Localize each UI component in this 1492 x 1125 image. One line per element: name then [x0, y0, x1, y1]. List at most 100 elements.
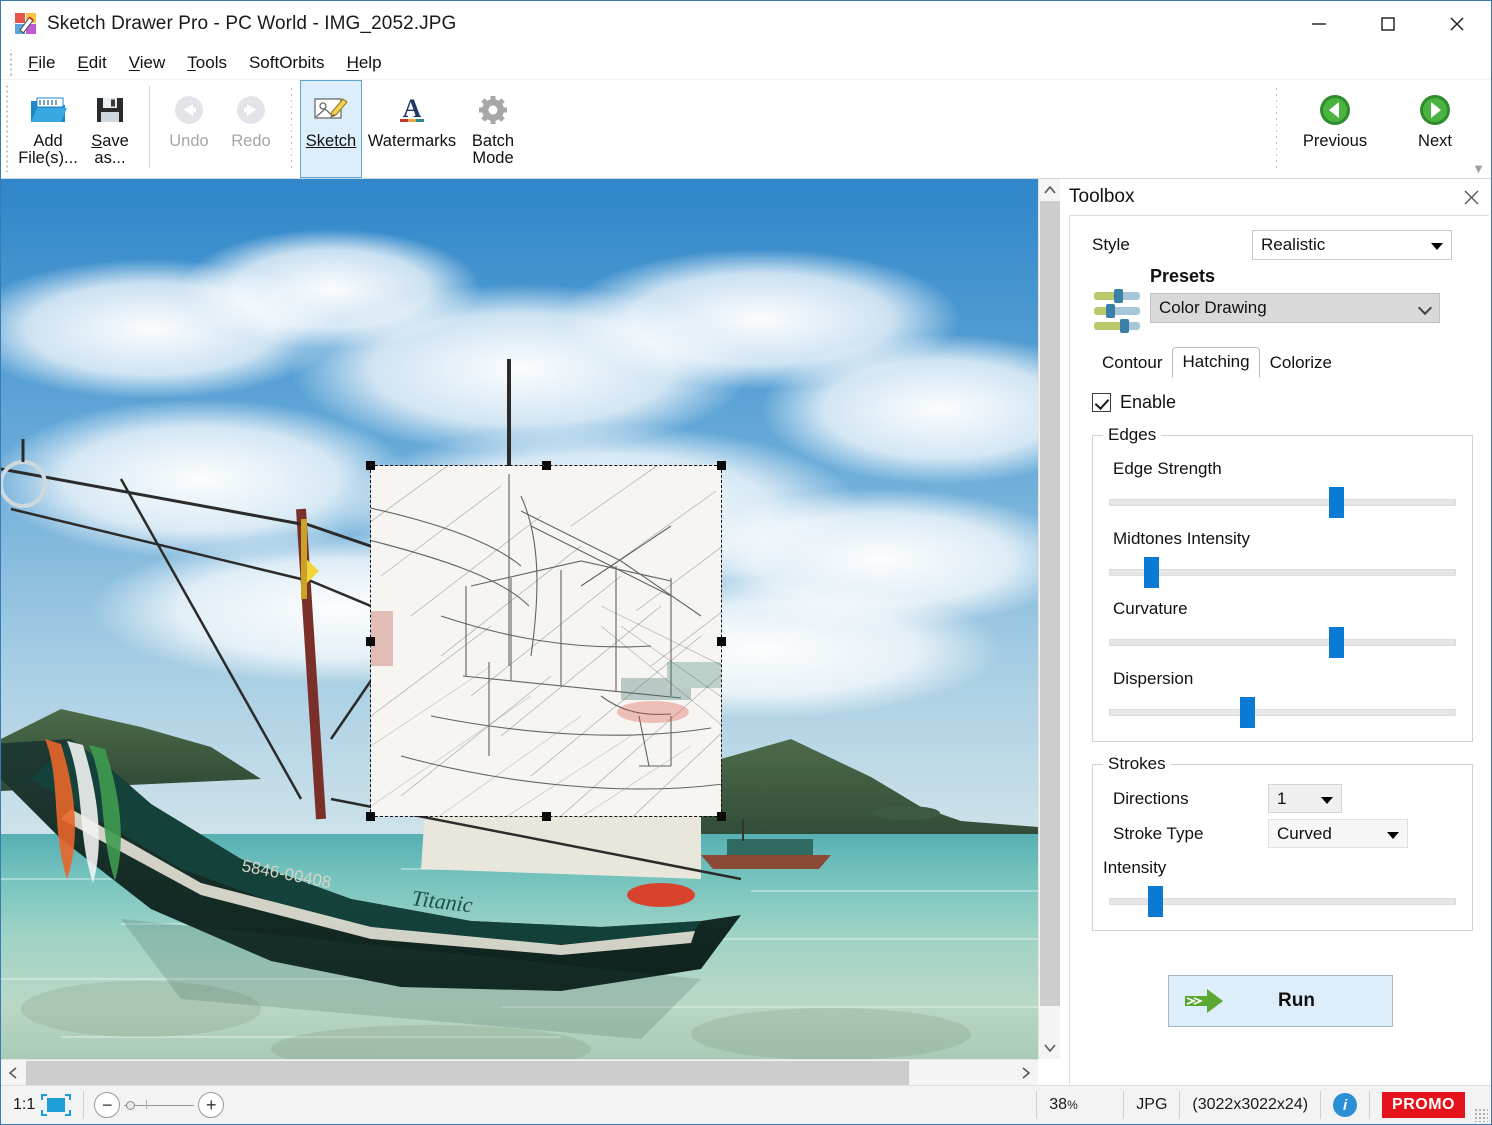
menu-view[interactable]: View: [118, 50, 177, 76]
directions-value: 1: [1277, 789, 1286, 809]
curvature-slider[interactable]: [1105, 625, 1460, 659]
batch-mode-label: Batch Mode: [472, 133, 514, 168]
run-button[interactable]: Run: [1168, 975, 1393, 1027]
edge-strength-slider[interactable]: [1105, 485, 1460, 519]
undo-button[interactable]: Undo: [158, 80, 220, 178]
menu-help[interactable]: Help: [336, 50, 393, 76]
selection-handle-nw[interactable]: [366, 461, 375, 470]
slider-thumb[interactable]: [1329, 487, 1344, 518]
tab-contour[interactable]: Contour: [1092, 348, 1172, 378]
toolbox-close-icon[interactable]: [1459, 185, 1483, 209]
presets-select[interactable]: Color Drawing: [1150, 293, 1440, 323]
slider-thumb[interactable]: [1240, 697, 1255, 728]
slider-thumb[interactable]: [1148, 886, 1163, 917]
dispersion-label: Dispersion: [1113, 669, 1462, 689]
midtones-intensity-slider[interactable]: [1105, 555, 1460, 589]
previous-label: Previous: [1303, 133, 1367, 150]
previous-icon: [1318, 88, 1352, 132]
selection-handle-sw[interactable]: [366, 812, 375, 821]
file-format-cell: JPG: [1124, 1086, 1179, 1125]
slider-thumb[interactable]: [1329, 627, 1344, 658]
fit-to-window-icon[interactable]: [41, 1094, 71, 1116]
tab-colorize[interactable]: Colorize: [1260, 348, 1342, 378]
menu-file[interactable]: File: [17, 50, 66, 76]
toolbox-body: Style Realistic: [1069, 215, 1489, 1085]
presets-label: Presets: [1150, 266, 1473, 287]
chevron-down-icon: [1431, 243, 1443, 250]
slider-track: [1109, 639, 1456, 646]
add-files-label: Add File(s)...: [18, 133, 78, 168]
stroke-type-select[interactable]: Curved: [1268, 819, 1408, 848]
zoom-out-button[interactable]: −: [94, 1092, 120, 1118]
toolbar-drag-grip[interactable]: [5, 84, 15, 172]
gear-icon: [476, 88, 510, 132]
selection-handle-w[interactable]: [366, 637, 375, 646]
previous-button[interactable]: Previous: [1285, 80, 1385, 178]
menu-drag-grip[interactable]: [6, 50, 16, 76]
enable-label: Enable: [1120, 392, 1176, 413]
save-as-button[interactable]: Saveas...: [79, 80, 141, 178]
toolbar-separator-3: [1275, 86, 1277, 168]
selection-handle-e[interactable]: [717, 637, 726, 646]
toolbar-navigation-group: Previous Next: [1267, 80, 1491, 178]
selection-handle-s[interactable]: [542, 812, 551, 821]
selection-rectangle[interactable]: [370, 465, 722, 817]
info-cell: i: [1321, 1086, 1369, 1125]
vertical-scroll-thumb[interactable]: [1040, 201, 1060, 1006]
scroll-right-icon[interactable]: [1014, 1060, 1038, 1086]
horizontal-scroll-thumb[interactable]: [26, 1061, 909, 1085]
selection-handle-se[interactable]: [717, 812, 726, 821]
slider-track: [1109, 499, 1456, 506]
style-label: Style: [1092, 235, 1252, 255]
watermarks-label: Watermarks: [368, 133, 456, 150]
scroll-down-icon[interactable]: [1039, 1037, 1061, 1059]
minimize-icon: [1310, 15, 1328, 33]
enable-row: Enable: [1092, 392, 1473, 413]
maximize-button[interactable]: [1353, 1, 1422, 47]
minimize-button[interactable]: [1284, 1, 1353, 47]
promo-badge[interactable]: PROMO: [1382, 1092, 1465, 1118]
intensity-slider[interactable]: [1105, 884, 1460, 918]
slider-thumb[interactable]: [1144, 557, 1159, 588]
batch-mode-button[interactable]: Batch Mode: [462, 80, 524, 178]
window-resize-grip[interactable]: [1474, 1108, 1488, 1122]
zoom-slider-track[interactable]: [124, 1092, 194, 1118]
watermarks-button[interactable]: A Watermarks: [362, 80, 462, 178]
scroll-up-icon[interactable]: [1039, 179, 1061, 201]
sketch-button[interactable]: Sketch: [300, 80, 362, 178]
menu-edit[interactable]: Edit: [66, 50, 117, 76]
watermarks-icon: A: [395, 88, 429, 132]
redo-button[interactable]: Redo: [220, 80, 282, 178]
image-canvas[interactable]: 5846-00408 Titanic: [1, 179, 1038, 1059]
info-icon[interactable]: i: [1333, 1093, 1357, 1117]
selection-handle-n[interactable]: [542, 461, 551, 470]
directions-label: Directions: [1113, 789, 1268, 809]
sketch-icon: [312, 88, 350, 132]
dispersion-slider[interactable]: [1105, 695, 1460, 729]
close-button[interactable]: [1422, 1, 1491, 47]
canvas-horizontal-scrollbar[interactable]: [1, 1059, 1038, 1085]
zoom-slider-knob[interactable]: [126, 1101, 135, 1110]
zoom-slider-control[interactable]: − +: [84, 1092, 234, 1118]
presets-right: Presets Color Drawing: [1150, 266, 1473, 323]
save-icon: [94, 88, 126, 132]
strokes-group: Strokes Directions 1 Stroke Type Curved: [1092, 754, 1473, 931]
zoom-percent-cell: 38%: [1037, 1086, 1123, 1125]
menu-tools[interactable]: Tools: [176, 50, 238, 76]
tab-hatching[interactable]: Hatching: [1172, 347, 1259, 378]
add-files-button[interactable]: Add File(s)...: [17, 80, 79, 178]
menu-softorbits[interactable]: SoftOrbits: [238, 50, 336, 76]
directions-select[interactable]: 1: [1268, 784, 1342, 813]
next-button[interactable]: Next: [1385, 80, 1485, 178]
pencil-glyph: [17, 14, 36, 34]
scroll-left-icon[interactable]: [1, 1060, 25, 1086]
selection-handle-ne[interactable]: [717, 461, 726, 470]
slider-track: [1109, 569, 1456, 576]
enable-checkbox[interactable]: [1092, 393, 1111, 412]
canvas-vertical-scrollbar[interactable]: [1038, 179, 1060, 1059]
toolbar-expander-icon[interactable]: ▼: [1472, 161, 1485, 176]
zoom-in-button[interactable]: +: [198, 1092, 224, 1118]
slider-track: [1109, 709, 1456, 716]
toolbar-separator-2: [290, 86, 292, 168]
style-select[interactable]: Realistic: [1252, 230, 1452, 260]
